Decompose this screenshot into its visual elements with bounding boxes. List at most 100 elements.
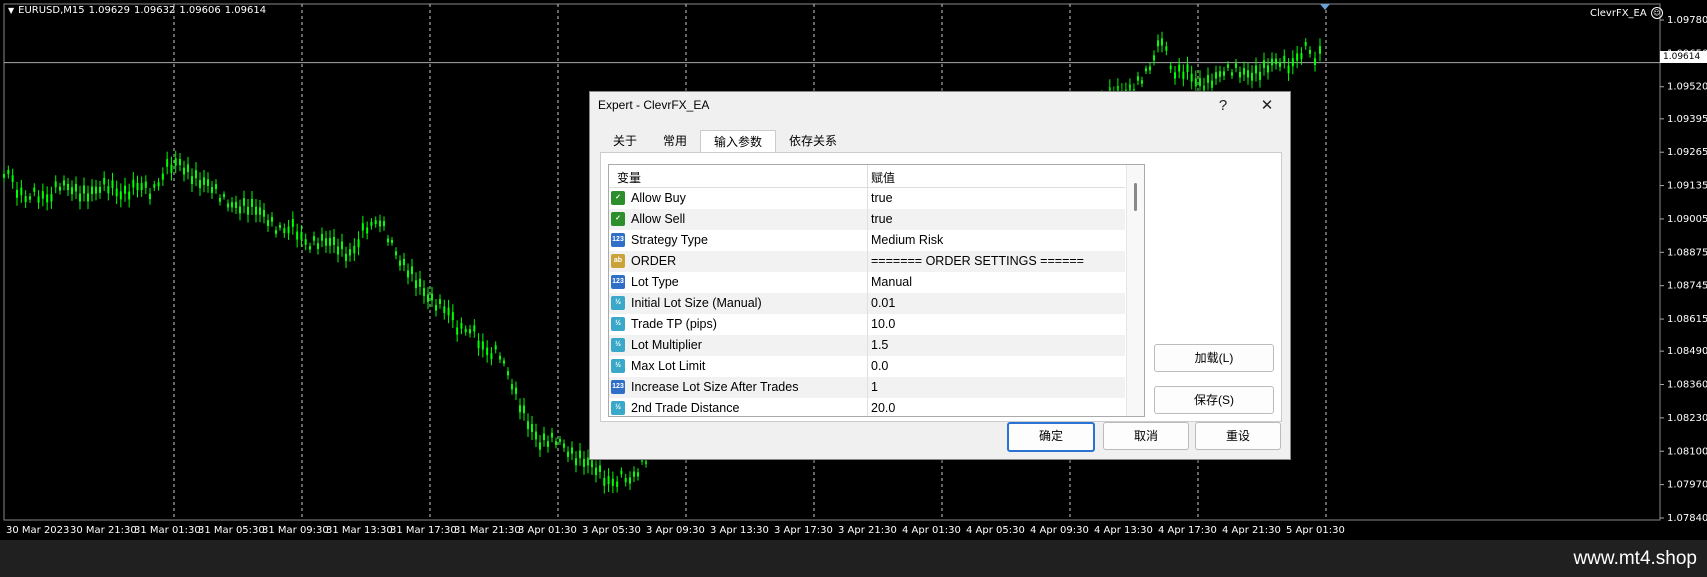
parameter-name: 2nd Trade Distance [631, 401, 740, 415]
candle-body [275, 230, 277, 234]
candle-body [1259, 71, 1261, 80]
candle-body [535, 431, 537, 440]
parameter-row[interactable]: 123 Lot Type Manual [609, 272, 1125, 294]
parameter-row[interactable]: ½ Initial Lot Size (Manual) 0.01 [609, 293, 1125, 315]
candle-body [1161, 38, 1163, 46]
candle-body [519, 405, 521, 413]
parameter-value[interactable]: 1.5 [871, 338, 888, 352]
parameter-value[interactable]: 0.0 [871, 359, 888, 373]
time-label: 4 Apr 13:30 [1094, 525, 1153, 536]
expert-advisor-label[interactable]: ClevrFX_EA ☺ [1590, 7, 1663, 19]
candle-body [321, 234, 323, 241]
parameter-name: Allow Buy [631, 191, 686, 205]
parameter-row[interactable]: ½ Max Lot Limit 0.0 [609, 356, 1125, 378]
price-level-label: 1.08875 [1667, 247, 1707, 258]
candle-body [191, 176, 193, 185]
ok-button[interactable]: 确定 [1007, 422, 1095, 452]
candle-body [637, 472, 639, 477]
parameter-row[interactable]: ✓ Allow Buy true [609, 188, 1125, 210]
parameter-value[interactable]: 0.01 [871, 296, 895, 310]
candle-body [563, 443, 565, 448]
boolean-icon: ✓ [611, 191, 625, 205]
candle-body [523, 405, 525, 414]
candle-body [1140, 80, 1143, 84]
load-button[interactable]: 加载(L) [1154, 344, 1274, 372]
parameter-row[interactable]: ½ Lot Multiplier 1.5 [609, 335, 1125, 357]
candle-body [1136, 76, 1139, 81]
parameter-value[interactable]: true [871, 191, 893, 205]
candle-body [227, 203, 229, 208]
parameter-value[interactable]: Manual [871, 275, 912, 289]
parameter-row[interactable]: 123 Strategy Type Medium Risk [609, 230, 1125, 252]
candle-body [174, 158, 177, 166]
parameter-row[interactable]: ab ORDER ======= ORDER SETTINGS ====== [609, 251, 1125, 273]
parameter-row[interactable]: 123 Increase Lot Size After Trades 1 [609, 377, 1125, 399]
reset-button[interactable]: 重设 [1195, 422, 1281, 450]
parameter-row[interactable]: ½ 2nd Trade Distance 20.0 [609, 398, 1125, 416]
column-separator[interactable] [867, 165, 868, 187]
candle-body [411, 266, 413, 275]
candle-body [166, 159, 169, 167]
site-watermark: www.mt4.shop [1573, 548, 1697, 569]
candle-body [1219, 71, 1221, 77]
candle-body [3, 173, 5, 178]
candle-body [187, 164, 189, 172]
parameter-value[interactable]: Medium Risk [871, 233, 943, 247]
candle-body [1271, 58, 1273, 66]
parameter-value[interactable]: ======= ORDER SETTINGS ====== [871, 254, 1084, 268]
cell-separator [867, 356, 868, 377]
parameter-value[interactable]: 1 [871, 380, 878, 394]
candle-body [353, 245, 356, 254]
candle-body [477, 340, 480, 349]
price-level-label: 1.07840 [1667, 513, 1707, 524]
help-button[interactable]: ? [1208, 94, 1238, 118]
cancel-button[interactable]: 取消 [1103, 422, 1189, 450]
candle-body [247, 206, 249, 215]
candle-body [469, 329, 471, 334]
candle-body [583, 458, 585, 467]
candle-body [499, 355, 501, 360]
tab-2[interactable]: 输入参数 [700, 130, 777, 153]
shift-marker-icon [1320, 4, 1330, 10]
candle-body [399, 260, 401, 266]
candle-body [170, 164, 173, 173]
time-label: 3 Apr 13:30 [710, 525, 769, 536]
candle-body [41, 191, 44, 199]
candle-body [207, 179, 209, 186]
candle-body [645, 460, 647, 465]
candle-body [1149, 66, 1151, 71]
time-label: 30 Mar 2023 [6, 525, 69, 536]
candle-body [439, 299, 441, 304]
time-label: 31 Mar 09:30 [262, 525, 329, 536]
candle-body [50, 194, 53, 202]
time-label: 3 Apr 09:30 [646, 525, 705, 536]
candle-body [235, 201, 237, 208]
scrollbar-thumb[interactable] [1134, 183, 1137, 211]
menu-triangle-icon[interactable]: ▼ [8, 6, 14, 15]
close-button[interactable]: ✕ [1252, 94, 1282, 118]
parameter-row[interactable]: ✓ Allow Sell true [609, 209, 1125, 231]
parameter-value[interactable]: 20.0 [871, 401, 895, 415]
candle-body [345, 253, 347, 261]
candle-body [407, 270, 409, 278]
column-header-variable[interactable]: 变量 [617, 169, 641, 186]
tab-3[interactable]: 依存关系 [776, 130, 850, 152]
tab-1[interactable]: 常用 [650, 130, 700, 152]
input-parameters-grid[interactable]: 变量 赋值 ✓ Allow Buy true ✓ Allow Sell true 123 St… [608, 164, 1145, 417]
vertical-scrollbar[interactable] [1126, 165, 1144, 416]
save-button[interactable]: 保存(S) [1154, 386, 1274, 414]
tab-0[interactable]: 关于 [600, 130, 650, 152]
parameter-name: Allow Sell [631, 212, 686, 226]
cell-separator [867, 272, 868, 293]
candle-body [1211, 80, 1213, 88]
candle-body [447, 307, 450, 316]
parameter-value[interactable]: true [871, 212, 893, 226]
parameter-value[interactable]: 10.0 [871, 317, 895, 331]
candle-body [1128, 84, 1131, 91]
candle-body [559, 438, 561, 442]
column-header-value[interactable]: 赋值 [871, 169, 895, 186]
parameter-name: Initial Lot Size (Manual) [631, 296, 762, 310]
parameter-row[interactable]: ½ Trade TP (pips) 10.0 [609, 314, 1125, 336]
candle-body [361, 223, 364, 231]
boolean-icon: ✓ [611, 212, 625, 226]
